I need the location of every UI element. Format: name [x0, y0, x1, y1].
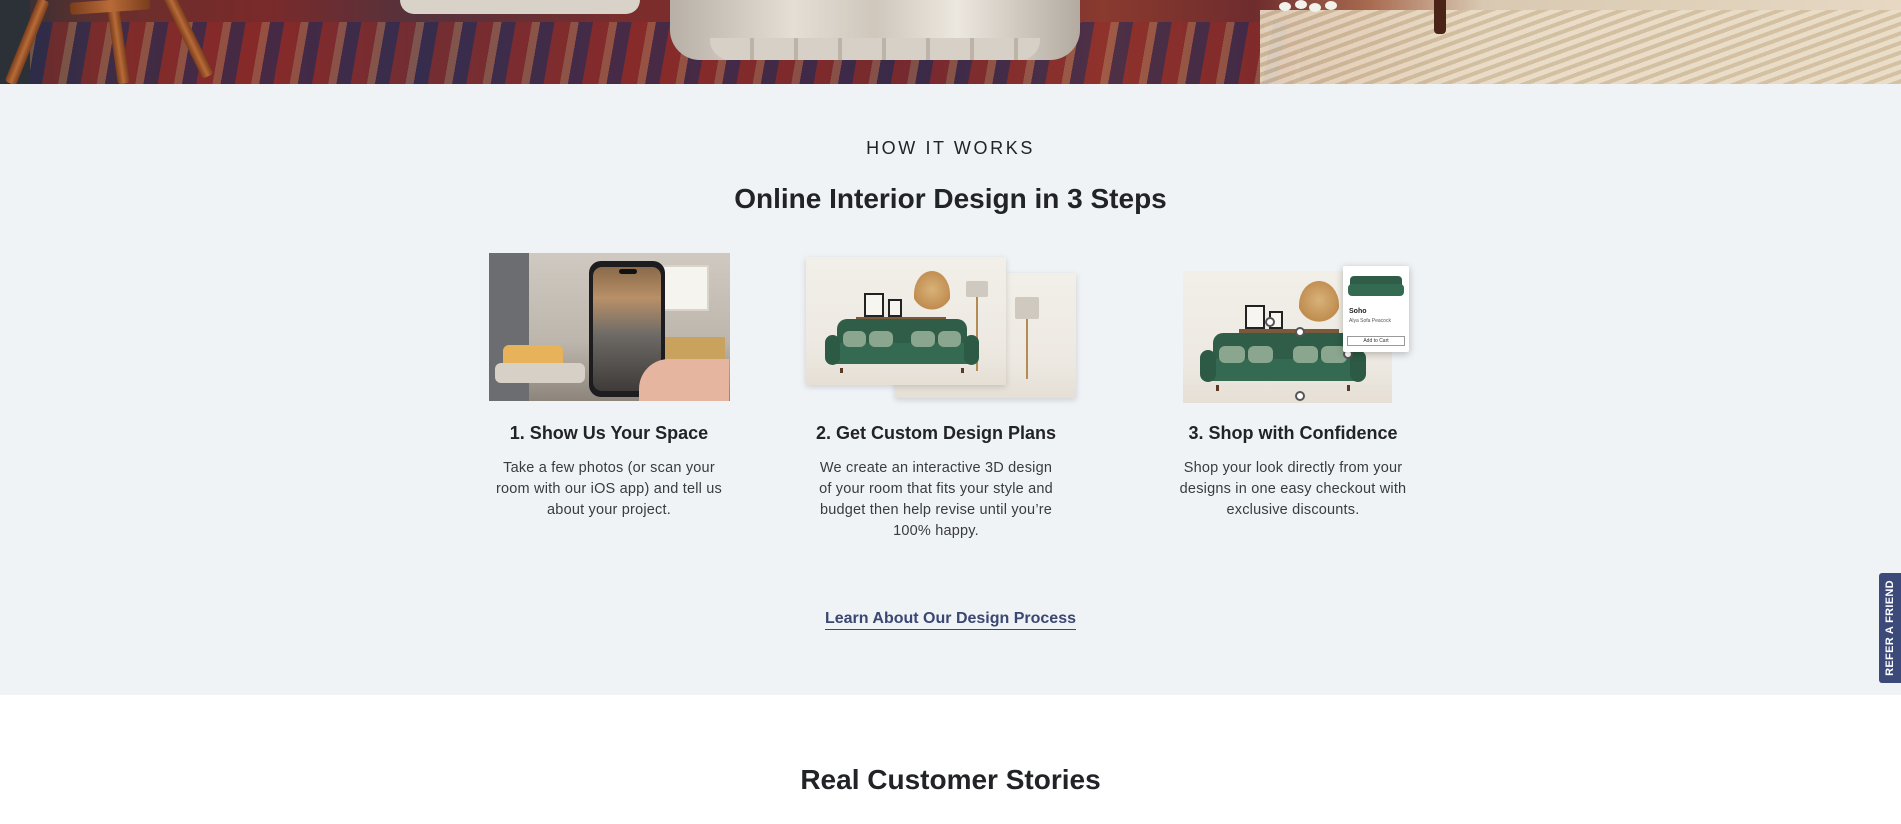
jute-rug: [1260, 10, 1901, 84]
step-3-text: Shop your look directly from your design…: [1179, 460, 1407, 518]
learn-design-process-link[interactable]: Learn About Our Design Process: [824, 610, 1076, 630]
step-3-image: Soho Alya Sofa Peacock Add to Cart: [1173, 253, 1413, 403]
add-to-cart-button[interactable]: Add to Cart: [1347, 336, 1405, 346]
product-card-subtitle: Alya Sofa Peacock: [1349, 318, 1391, 324]
step-1-text: Take a few photos (or scan your room wit…: [495, 460, 722, 518]
step-1-title: 1. Show Us Your Space: [509, 423, 709, 443]
decor-stones: [1275, 0, 1355, 14]
how-it-works-section: HOW IT WORKS Online Interior Design in 3…: [0, 84, 1901, 695]
pedestal-table: [670, 0, 1080, 60]
side-table: [400, 0, 640, 14]
refer-a-friend-tab[interactable]: REFER A FRIEND: [1879, 573, 1901, 683]
step-2-image: [806, 253, 1076, 403]
product-card[interactable]: Soho Alya Sofa Peacock Add to Cart: [1343, 266, 1409, 352]
step-2-title: 2. Get Custom Design Plans: [815, 423, 1057, 443]
section-eyebrow: HOW IT WORKS: [866, 138, 1035, 158]
step-2: 2. Get Custom Design Plans We create an …: [806, 253, 1076, 542]
step-3-title: 3. Shop with Confidence: [1188, 423, 1398, 443]
customer-stories-title: Real Customer Stories: [800, 764, 1101, 795]
step-3: Soho Alya Sofa Peacock Add to Cart 3. Sh…: [1163, 253, 1423, 521]
step-2-text: We create an interactive 3D design of yo…: [819, 460, 1053, 539]
refer-a-friend-label: REFER A FRIEND: [1884, 580, 1896, 676]
chair-leg: [1434, 0, 1446, 34]
hero-image: [0, 0, 1901, 84]
product-card-name: Soho: [1349, 308, 1367, 315]
section-title: Online Interior Design in 3 Steps: [734, 183, 1167, 214]
step-1-image: [488, 253, 730, 403]
wooden-chair: [0, 0, 214, 84]
step-1: 1. Show Us Your Space Take a few photos …: [479, 253, 739, 521]
cta-wrapper: Learn About Our Design Process: [0, 610, 1901, 630]
